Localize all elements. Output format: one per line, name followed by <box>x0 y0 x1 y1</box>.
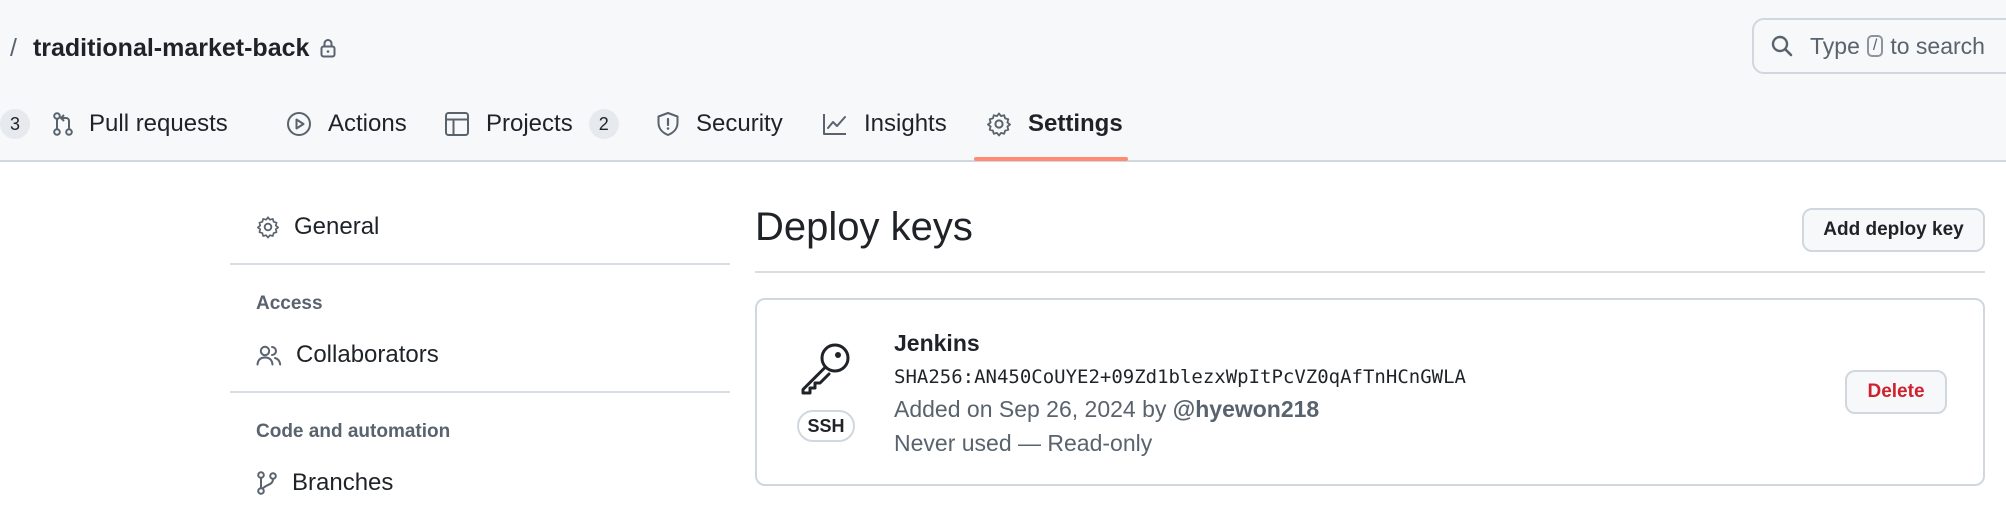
repo-header: / traditional-market-back Type / to sear… <box>0 0 2006 162</box>
tab-pull-requests-label: Pull requests <box>89 110 228 137</box>
shield-icon <box>656 111 680 137</box>
search-prefix: Type <box>1810 32 1860 59</box>
sidebar-item-branches-label: Branches <box>292 469 394 496</box>
sidebar-section-code-heading: Code and automation <box>256 421 451 442</box>
search-icon <box>1770 34 1794 58</box>
deploy-key-fingerprint: SHA256:AN450CoUYE2+09Zd1blezxWpItPcVZ0qA… <box>894 366 1466 388</box>
tab-issues[interactable]: 3 <box>0 100 30 148</box>
deploy-key-usage: Never used — Read-only <box>894 430 1153 456</box>
tab-security[interactable]: Security <box>656 100 783 148</box>
git-branch-icon <box>256 470 278 496</box>
tab-insights-label: Insights <box>864 110 947 137</box>
tab-actions[interactable]: Actions <box>286 100 407 148</box>
deploy-key-item: SSH Jenkins SHA256:AN450CoUYE2+09Zd1blez… <box>755 298 1985 486</box>
tab-projects-label: Projects <box>486 110 573 137</box>
search-input[interactable]: Type / to search <box>1752 18 2006 74</box>
deploy-key-added: Added on Sep 26, 2024 by @hyewon218 <box>894 396 1319 423</box>
deploy-key-added-by-link[interactable]: @hyewon218 <box>1173 396 1319 422</box>
gear-icon <box>256 215 280 239</box>
sidebar-item-general-label: General <box>294 213 380 240</box>
tab-settings[interactable]: Settings <box>986 100 1123 148</box>
deploy-key-name: Jenkins <box>894 330 980 356</box>
search-suffix: to search <box>1890 32 1985 59</box>
breadcrumb: / traditional-market-back <box>10 30 337 66</box>
repo-name-link[interactable]: traditional-market-back <box>33 34 309 63</box>
sidebar-divider <box>230 391 730 393</box>
search-shortcut-key: / <box>1866 35 1884 57</box>
add-deploy-key-button[interactable]: Add deploy key <box>1802 208 1985 252</box>
delete-key-button[interactable]: Delete <box>1845 370 1947 414</box>
lock-icon <box>319 38 337 58</box>
sidebar-item-general[interactable]: General <box>256 207 379 247</box>
selected-tab-underline <box>974 157 1128 161</box>
tab-pull-requests[interactable]: Pull requests <box>53 100 228 148</box>
graph-icon <box>822 112 848 136</box>
key-type-badge: SSH <box>797 410 855 442</box>
gear-icon <box>986 111 1012 137</box>
tab-projects[interactable]: Projects 2 <box>444 100 619 148</box>
people-icon <box>256 344 282 366</box>
key-icon <box>797 340 855 396</box>
page-title: Deploy keys <box>755 205 973 249</box>
table-icon <box>444 111 470 137</box>
breadcrumb-separator: / <box>10 33 17 62</box>
git-pull-request-icon <box>53 112 73 136</box>
projects-counter: 2 <box>588 109 619 139</box>
issues-counter: 3 <box>0 109 30 139</box>
sidebar-item-collaborators[interactable]: Collaborators <box>256 335 439 375</box>
sidebar-item-collaborators-label: Collaborators <box>296 341 439 368</box>
sidebar-section-access-heading: Access <box>256 293 323 314</box>
deploy-key-added-text: Added on Sep 26, 2024 by <box>894 396 1167 422</box>
sidebar-divider <box>230 263 730 265</box>
tab-settings-label: Settings <box>1028 110 1123 137</box>
tab-security-label: Security <box>696 110 783 137</box>
tab-actions-label: Actions <box>328 110 407 137</box>
tab-insights[interactable]: Insights <box>822 100 947 148</box>
title-divider <box>755 271 1985 273</box>
sidebar-item-branches[interactable]: Branches <box>256 463 393 503</box>
play-icon <box>286 111 312 137</box>
